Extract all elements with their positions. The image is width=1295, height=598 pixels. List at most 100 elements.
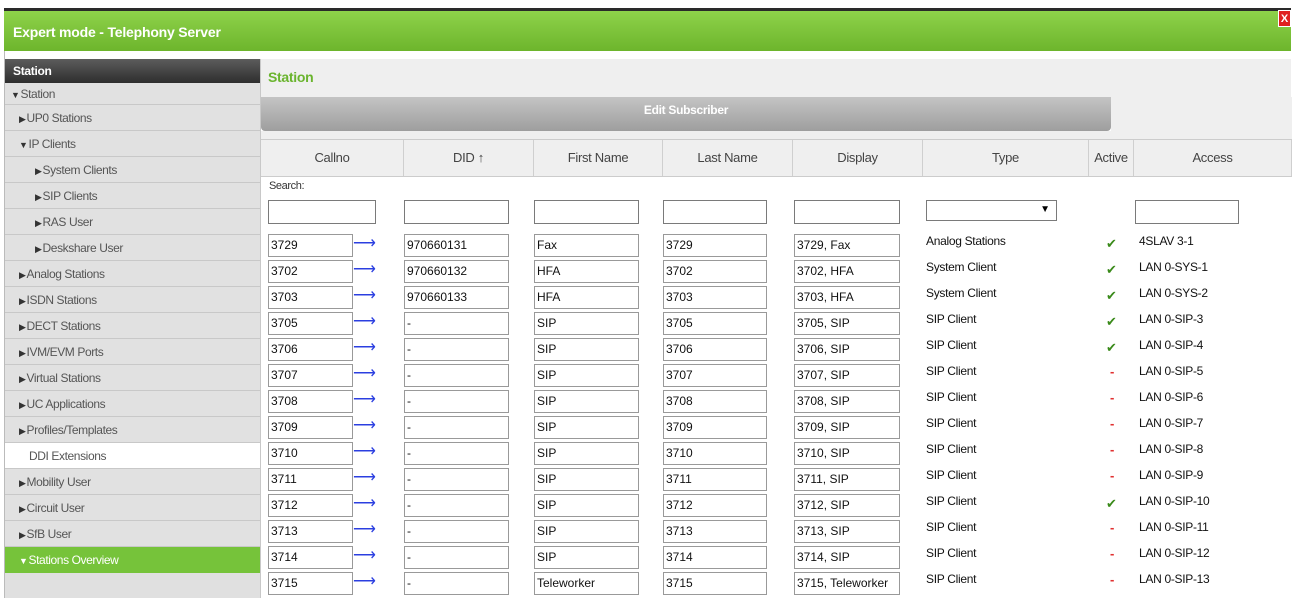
sidebar-item-virtual-stations[interactable]: ▶Virtual Stations (5, 365, 260, 391)
sidebar-item-deskshare-user[interactable]: ▶Deskshare User (5, 235, 260, 261)
callno-field[interactable]: 3712 (268, 494, 353, 517)
display-field[interactable]: 3729, Fax (794, 234, 900, 257)
column-header-display[interactable]: Display (793, 140, 923, 176)
goto-arrow-icon[interactable]: ⟶ (353, 366, 376, 384)
display-field[interactable]: 3713, SIP (794, 520, 900, 543)
did-field[interactable]: - (404, 338, 509, 361)
firstname-field[interactable]: SIP (534, 546, 639, 569)
firstname-field[interactable]: HFA (534, 260, 639, 283)
did-field[interactable]: - (404, 364, 509, 387)
search-display-input[interactable] (794, 200, 900, 224)
sidebar-item-analog-stations[interactable]: ▶Analog Stations (5, 261, 260, 287)
sidebar-item-up0-stations[interactable]: ▶UP0 Stations (5, 105, 260, 131)
lastname-field[interactable]: 3708 (663, 390, 767, 413)
lastname-field[interactable]: 3711 (663, 468, 767, 491)
callno-field[interactable]: 3705 (268, 312, 353, 335)
display-field[interactable]: 3707, SIP (794, 364, 900, 387)
display-field[interactable]: 3715, Teleworker (794, 572, 900, 595)
goto-arrow-icon[interactable]: ⟶ (353, 392, 376, 410)
did-field[interactable]: - (404, 494, 509, 517)
sidebar-item-dect-stations[interactable]: ▶DECT Stations (5, 313, 260, 339)
firstname-field[interactable]: SIP (534, 494, 639, 517)
sidebar-item-sfb-user[interactable]: ▶SfB User (5, 521, 260, 547)
did-field[interactable]: - (404, 520, 509, 543)
lastname-field[interactable]: 3712 (663, 494, 767, 517)
firstname-field[interactable]: SIP (534, 520, 639, 543)
type-filter-select[interactable]: ▼ (926, 200, 1057, 221)
callno-field[interactable]: 3708 (268, 390, 353, 413)
did-field[interactable]: 970660131 (404, 234, 509, 257)
lastname-field[interactable]: 3710 (663, 442, 767, 465)
sidebar-item-circuit-user[interactable]: ▶Circuit User (5, 495, 260, 521)
callno-field[interactable]: 3707 (268, 364, 353, 387)
sidebar-item-sip-clients[interactable]: ▶SIP Clients (5, 183, 260, 209)
sidebar-item-system-clients[interactable]: ▶System Clients (5, 157, 260, 183)
did-field[interactable]: - (404, 468, 509, 491)
callno-field[interactable]: 3706 (268, 338, 353, 361)
lastname-field[interactable]: 3709 (663, 416, 767, 439)
goto-arrow-icon[interactable]: ⟶ (353, 470, 376, 488)
display-field[interactable]: 3705, SIP (794, 312, 900, 335)
goto-arrow-icon[interactable]: ⟶ (353, 288, 376, 306)
did-field[interactable]: 970660133 (404, 286, 509, 309)
column-header-access[interactable]: Access (1134, 140, 1292, 176)
display-field[interactable]: 3710, SIP (794, 442, 900, 465)
goto-arrow-icon[interactable]: ⟶ (353, 496, 376, 514)
did-field[interactable]: - (404, 442, 509, 465)
search-firstname-input[interactable] (534, 200, 639, 224)
sidebar-item-profiles-templates[interactable]: ▶Profiles/Templates (5, 417, 260, 443)
sidebar-item-station[interactable]: ▼Station (5, 83, 260, 105)
goto-arrow-icon[interactable]: ⟶ (353, 418, 376, 436)
goto-arrow-icon[interactable]: ⟶ (353, 574, 376, 592)
did-field[interactable]: 970660132 (404, 260, 509, 283)
lastname-field[interactable]: 3713 (663, 520, 767, 543)
lastname-field[interactable]: 3715 (663, 572, 767, 595)
firstname-field[interactable]: SIP (534, 416, 639, 439)
lastname-field[interactable]: 3714 (663, 546, 767, 569)
display-field[interactable]: 3706, SIP (794, 338, 900, 361)
callno-field[interactable]: 3715 (268, 572, 353, 595)
firstname-field[interactable]: Teleworker (534, 572, 639, 595)
goto-arrow-icon[interactable]: ⟶ (353, 340, 376, 358)
goto-arrow-icon[interactable]: ⟶ (353, 262, 376, 280)
firstname-field[interactable]: SIP (534, 468, 639, 491)
display-field[interactable]: 3712, SIP (794, 494, 900, 517)
column-header-last-name[interactable]: Last Name (663, 140, 793, 176)
callno-field[interactable]: 3702 (268, 260, 353, 283)
goto-arrow-icon[interactable]: ⟶ (353, 548, 376, 566)
did-field[interactable]: - (404, 390, 509, 413)
column-header-did[interactable]: DID ↑ (404, 140, 534, 176)
column-header-type[interactable]: Type (923, 140, 1089, 176)
sidebar-item-isdn-stations[interactable]: ▶ISDN Stations (5, 287, 260, 313)
column-header-active[interactable]: Active (1089, 140, 1134, 176)
sidebar-item-ip-clients[interactable]: ▼IP Clients (5, 131, 260, 157)
sidebar-item-ras-user[interactable]: ▶RAS User (5, 209, 260, 235)
goto-arrow-icon[interactable]: ⟶ (353, 236, 376, 254)
goto-arrow-icon[interactable]: ⟶ (353, 522, 376, 540)
goto-arrow-icon[interactable]: ⟶ (353, 314, 376, 332)
display-field[interactable]: 3703, HFA (794, 286, 900, 309)
callno-field[interactable]: 3709 (268, 416, 353, 439)
did-field[interactable]: - (404, 546, 509, 569)
sidebar-item-stations-overview[interactable]: ▼Stations Overview (5, 547, 260, 573)
callno-field[interactable]: 3710 (268, 442, 353, 465)
column-header-callno[interactable]: Callno (261, 140, 404, 176)
firstname-field[interactable]: SIP (534, 390, 639, 413)
display-field[interactable]: 3711, SIP (794, 468, 900, 491)
callno-field[interactable]: 3713 (268, 520, 353, 543)
display-field[interactable]: 3702, HFA (794, 260, 900, 283)
lastname-field[interactable]: 3705 (663, 312, 767, 335)
firstname-field[interactable]: SIP (534, 338, 639, 361)
callno-field[interactable]: 3711 (268, 468, 353, 491)
did-field[interactable]: - (404, 416, 509, 439)
close-button[interactable]: X (1278, 10, 1291, 27)
sidebar-item-mobility-user[interactable]: ▶Mobility User (5, 469, 260, 495)
lastname-field[interactable]: 3702 (663, 260, 767, 283)
lastname-field[interactable]: 3707 (663, 364, 767, 387)
firstname-field[interactable]: Fax (534, 234, 639, 257)
sidebar-item-uc-applications[interactable]: ▶UC Applications (5, 391, 260, 417)
callno-field[interactable]: 3729 (268, 234, 353, 257)
search-did-input[interactable] (404, 200, 509, 224)
firstname-field[interactable]: SIP (534, 364, 639, 387)
search-access-input[interactable] (1135, 200, 1239, 224)
